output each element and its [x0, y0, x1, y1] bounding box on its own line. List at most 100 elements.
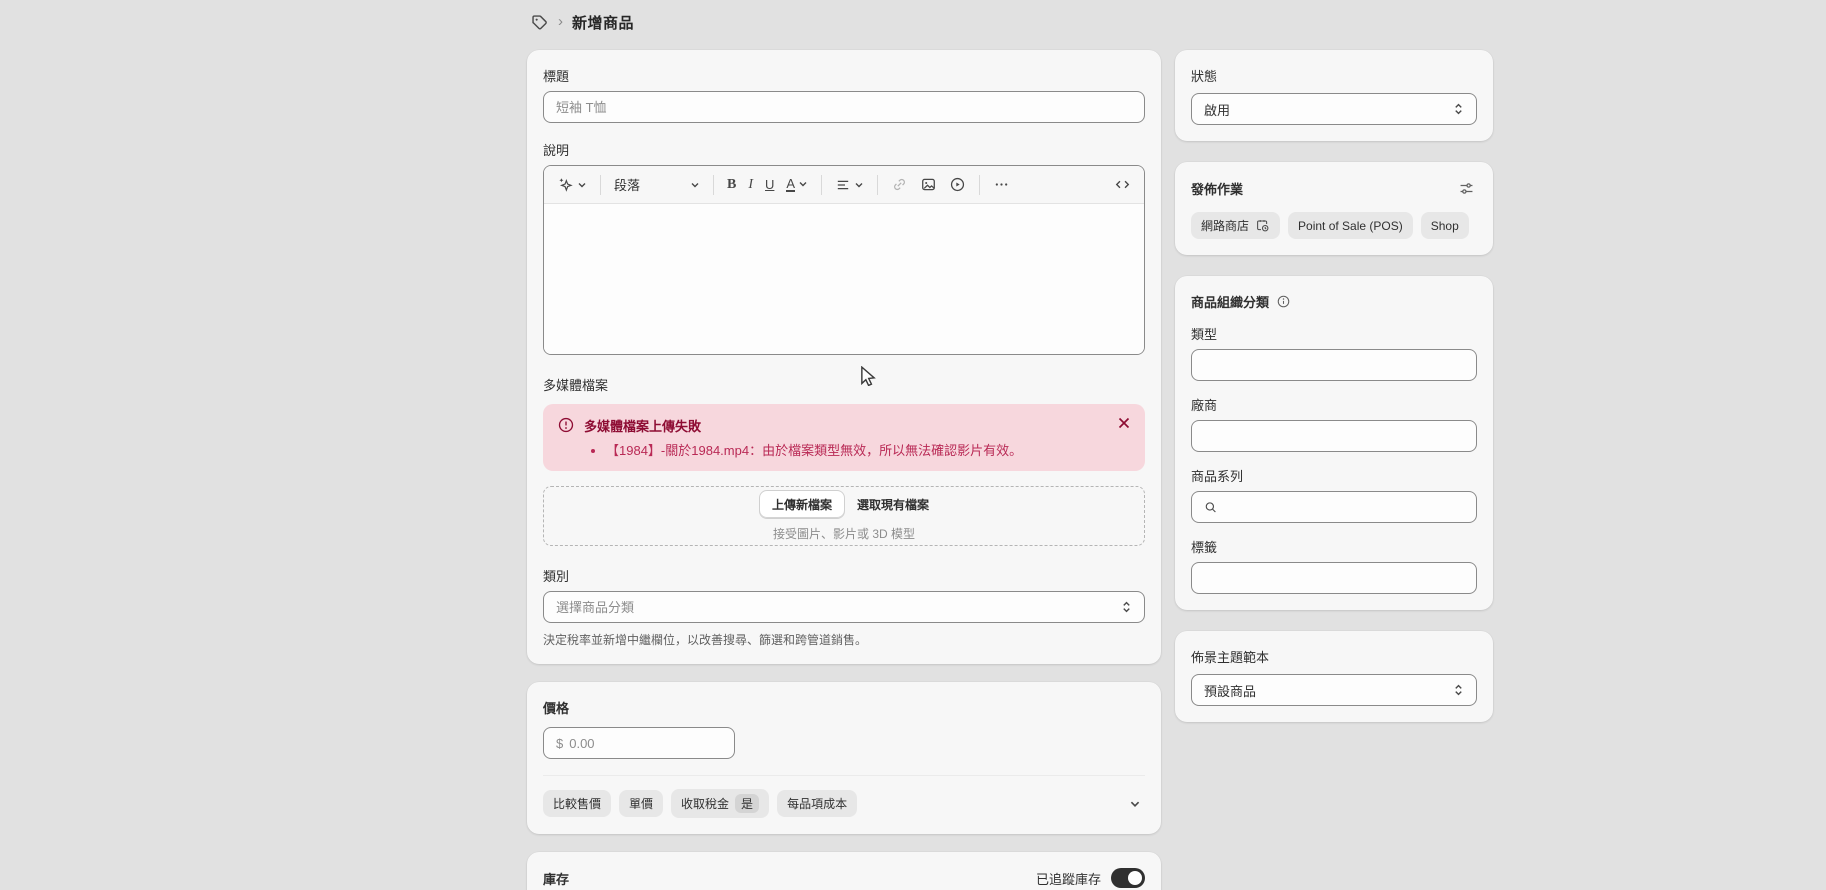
media-dropzone[interactable]: 上傳新檔案 選取現有檔案 接受圖片、影片或 3D 模型 — [543, 486, 1145, 546]
inventory-tracked-toggle[interactable] — [1111, 868, 1145, 888]
ai-assist-button[interactable] — [552, 172, 592, 197]
collections-field: 商品系列 — [1191, 466, 1477, 523]
bold-button[interactable]: B — [722, 173, 741, 197]
tracked-label: 已追蹤庫存 — [1036, 869, 1101, 888]
vendor-field: 廠商 — [1191, 395, 1477, 452]
inventory-card: 庫存 已追蹤庫存 — [527, 852, 1161, 890]
charge-tax-label: 收取稅金 — [681, 795, 729, 812]
insert-image-button[interactable] — [915, 172, 942, 197]
category-select-value: 選擇商品分類 — [556, 597, 634, 616]
tags-input-wrap — [1191, 562, 1477, 594]
description-editor-content[interactable] — [544, 204, 1144, 354]
price-input-wrap: $ — [543, 727, 735, 759]
vendor-label: 廠商 — [1191, 395, 1477, 414]
charge-tax-chip[interactable]: 收取稅金 是 — [671, 789, 769, 818]
pricing-title: 價格 — [543, 698, 1145, 717]
vendor-input[interactable] — [1204, 429, 1464, 444]
status-label: 狀態 — [1191, 66, 1477, 85]
alignment-button[interactable] — [830, 173, 869, 197]
insert-video-button[interactable] — [944, 172, 971, 197]
dropzone-actions: 上傳新檔案 選取現有檔案 — [759, 490, 929, 519]
text-color-button[interactable]: A — [781, 173, 813, 197]
more-options-button[interactable] — [988, 172, 1015, 197]
description-editor: 段落 B I U A — [543, 165, 1145, 355]
code-icon — [1114, 176, 1131, 193]
select-updown-icon — [1453, 102, 1464, 116]
cost-per-item-chip[interactable]: 每品項成本 — [777, 790, 857, 817]
close-icon — [1117, 416, 1131, 430]
paragraph-style-dropdown[interactable]: 段落 — [609, 171, 705, 198]
paragraph-style-label: 段落 — [614, 175, 640, 194]
theme-template-select[interactable]: 預設商品 — [1191, 674, 1477, 706]
underline-button[interactable]: U — [760, 173, 779, 196]
main-column: 標題 說明 段落 — [527, 50, 1161, 890]
collections-search-wrap — [1191, 491, 1477, 523]
publishing-card: 發佈作業 網路商店 — [1175, 162, 1493, 255]
info-icon[interactable] — [1276, 294, 1291, 309]
error-detail: 【1984】-關於1984.mp4：由於檔案類型無效，所以無法確認影片有效。 — [606, 442, 1106, 460]
collections-search-input[interactable] — [1225, 500, 1464, 515]
breadcrumb: › 新增商品 — [530, 12, 634, 33]
type-input-wrap — [1191, 349, 1477, 381]
collections-label: 商品系列 — [1191, 466, 1477, 485]
unit-price-chip[interactable]: 單價 — [619, 790, 663, 817]
manage-publishing-button[interactable] — [1456, 178, 1477, 199]
tags-label: 標籤 — [1191, 537, 1477, 556]
category-select[interactable]: 選擇商品分類 — [543, 591, 1145, 623]
inventory-title: 庫存 — [543, 869, 569, 888]
select-updown-icon — [1121, 600, 1132, 614]
media-label: 多媒體檔案 — [543, 375, 1145, 394]
image-icon — [920, 176, 937, 193]
publishing-header: 發佈作業 — [1191, 178, 1477, 199]
channel-shop-chip[interactable]: Shop — [1421, 212, 1469, 239]
products-tag-icon[interactable] — [530, 13, 549, 32]
calendar-clock-icon[interactable] — [1255, 218, 1270, 233]
toolbar-divider — [713, 175, 714, 195]
upload-new-file-button[interactable]: 上傳新檔案 — [759, 490, 845, 519]
text-color-icon: A — [786, 177, 795, 193]
link-button[interactable] — [886, 172, 913, 197]
italic-button[interactable]: I — [743, 173, 758, 197]
inventory-tracking: 已追蹤庫存 — [1036, 868, 1145, 888]
title-input[interactable] — [556, 100, 1132, 115]
error-title: 多媒體檔案上傳失敗 — [584, 416, 1106, 435]
alert-circle-icon — [557, 416, 575, 460]
expand-pricing-button[interactable] — [1125, 794, 1145, 814]
theme-template-card: 佈景主題範本 預設商品 — [1175, 631, 1493, 722]
toggle-knob — [1128, 871, 1142, 885]
compare-price-chip[interactable]: 比較售價 — [543, 790, 611, 817]
pricing-options-row: 比較售價 單價 收取稅金 是 每品項成本 — [543, 775, 1145, 818]
show-html-button[interactable] — [1109, 172, 1136, 197]
organization-title: 商品組織分類 — [1191, 292, 1269, 311]
channel-online-store-label: 網路商店 — [1201, 217, 1249, 234]
theme-template-label: 佈景主題範本 — [1191, 647, 1477, 666]
channel-online-store-chip[interactable]: 網路商店 — [1191, 212, 1280, 239]
vendor-input-wrap — [1191, 420, 1477, 452]
title-input-wrap — [543, 91, 1145, 123]
select-updown-icon — [1453, 683, 1464, 697]
settings-sliders-icon — [1458, 180, 1475, 197]
channel-pos-chip[interactable]: Point of Sale (POS) — [1288, 212, 1413, 239]
status-select[interactable]: 啟用 — [1191, 93, 1477, 125]
price-input[interactable] — [569, 736, 722, 751]
type-input[interactable] — [1204, 358, 1464, 373]
dismiss-error-button[interactable] — [1115, 414, 1133, 432]
video-icon — [949, 176, 966, 193]
select-existing-file-button[interactable]: 選取現有檔案 — [857, 496, 929, 513]
error-list: 【1984】-關於1984.mp4：由於檔案類型無效，所以無法確認影片有效。 — [606, 442, 1106, 460]
organization-header: 商品組織分類 — [1191, 292, 1477, 311]
more-dots-icon — [993, 176, 1010, 193]
status-card: 狀態 啟用 — [1175, 50, 1493, 141]
chevron-down-icon — [577, 180, 587, 190]
tags-input[interactable] — [1204, 571, 1464, 586]
category-label: 類別 — [543, 566, 1145, 585]
chevron-down-icon — [690, 180, 700, 190]
category-helper: 決定稅率並新增中繼欄位，以改善搜尋、篩選和跨管道銷售。 — [543, 632, 1145, 649]
toolbar-divider — [979, 175, 980, 195]
align-icon — [835, 177, 851, 193]
link-icon — [891, 176, 908, 193]
product-details-card: 標題 說明 段落 — [527, 50, 1161, 664]
media-upload-error-banner: 多媒體檔案上傳失敗 【1984】-關於1984.mp4：由於檔案類型無效，所以無… — [543, 404, 1145, 471]
breadcrumb-separator: › — [558, 13, 563, 30]
pricing-card: 價格 $ 比較售價 單價 收取稅金 是 每品項成本 — [527, 682, 1161, 834]
